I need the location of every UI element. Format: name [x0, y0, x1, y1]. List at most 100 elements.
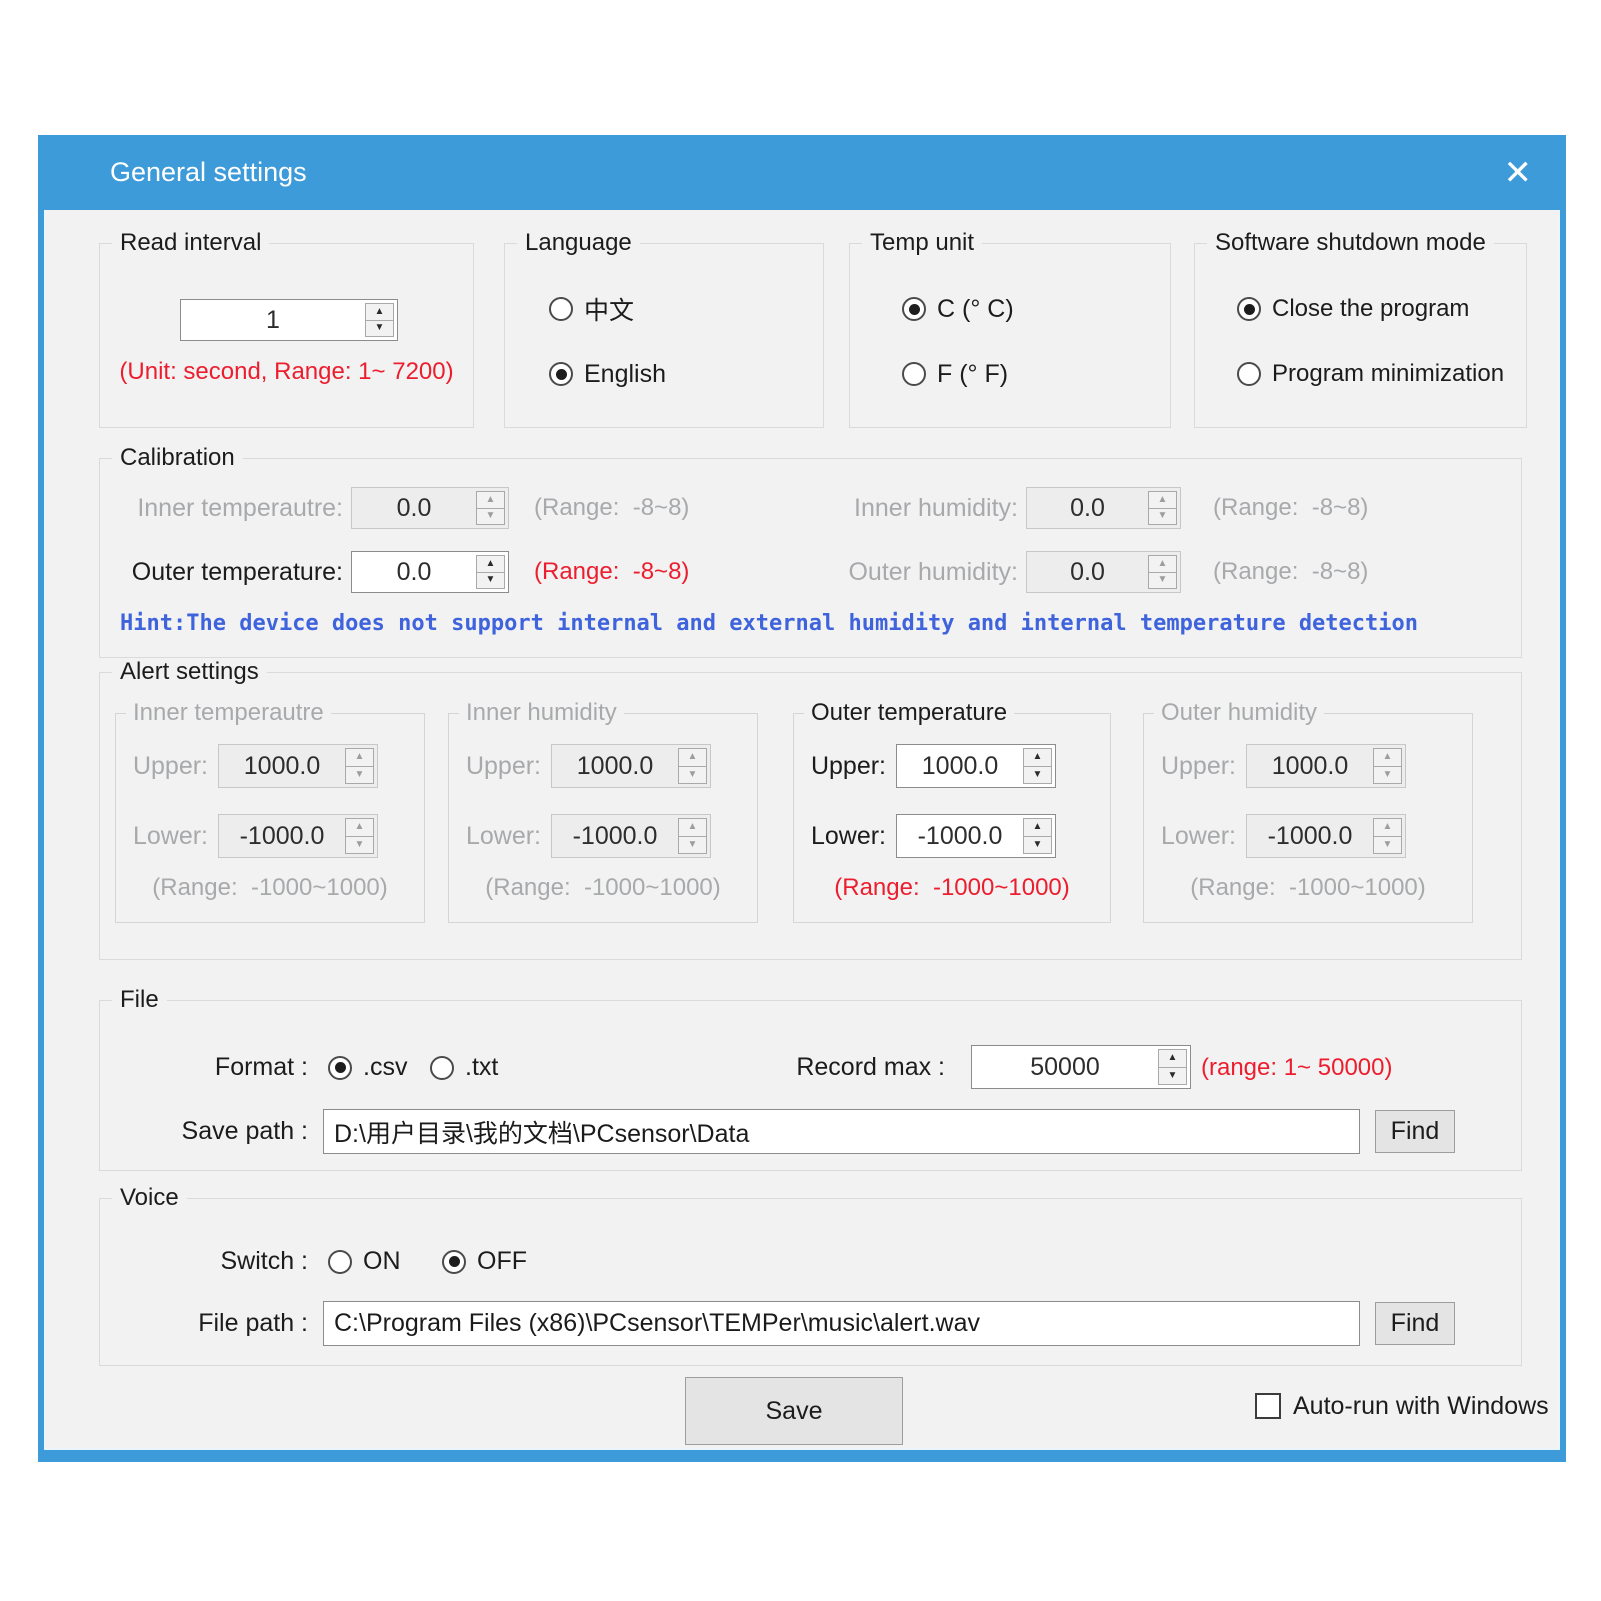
lower-value: -1000.0	[573, 822, 690, 851]
file-path-label: File path :	[175, 1301, 308, 1346]
alert-outer-temperature-group: Outer temperature Upper: 1000.0 ▲ ▼ Lowe…	[793, 713, 1111, 923]
lower-spinner: ▲ ▼	[1373, 818, 1402, 854]
voice-group: Voice Switch : ON OFF File path : Find	[99, 1198, 1522, 1366]
find-button-label: Find	[1391, 1117, 1440, 1146]
radio-icon[interactable]	[549, 362, 573, 386]
lower-value: -1000.0	[1268, 822, 1385, 851]
outer-temperature-input[interactable]: 0.0 ▲ ▼	[351, 551, 509, 593]
radio-option-txt[interactable]: .txt	[430, 1049, 498, 1086]
calibration-hint: Hint:The device does not support interna…	[120, 611, 1418, 636]
radio-option-close-program[interactable]: Close the program	[1237, 291, 1469, 327]
radio-option-off[interactable]: OFF	[442, 1243, 527, 1280]
radio-option-program-minimization[interactable]: Program minimization	[1237, 356, 1504, 392]
spin-up-icon[interactable]: ▲	[1159, 1050, 1186, 1068]
alert-inner-humidity-group: Inner humidity Upper: 1000.0 ▲ ▼ Lower: …	[448, 713, 758, 923]
radio-option-celsius[interactable]: C (° C)	[902, 291, 1014, 327]
read-interval-spinner[interactable]: ▲ ▼	[365, 303, 394, 337]
radio-icon[interactable]	[1237, 297, 1261, 321]
radio-option-fahrenheit[interactable]: F (° F)	[902, 356, 1008, 392]
radio-icon[interactable]	[430, 1056, 454, 1080]
upper-spinner: ▲ ▼	[678, 748, 707, 784]
close-icon[interactable]: ✕	[1504, 156, 1533, 190]
file-path-input[interactable]	[323, 1301, 1360, 1346]
spin-down-icon[interactable]: ▼	[1024, 837, 1051, 854]
alert-outer-hum-lower-input: -1000.0 ▲ ▼	[1246, 814, 1406, 858]
lower-label: Lower:	[116, 814, 208, 858]
save-path-input[interactable]	[323, 1109, 1360, 1154]
autorun-label: Auto-run with Windows	[1293, 1392, 1549, 1421]
save-path-find-button[interactable]: Find	[1375, 1110, 1455, 1153]
group-title-alert-settings: Alert settings	[112, 658, 267, 686]
radio-icon[interactable]	[902, 297, 926, 321]
alert-range: (Range: -1000~1000)	[449, 874, 757, 902]
upper-label: Upper:	[116, 744, 208, 788]
spin-up-icon: ▲	[1374, 819, 1401, 837]
radio-label: OFF	[477, 1247, 527, 1276]
spin-down-icon[interactable]: ▼	[1159, 1068, 1186, 1085]
save-button[interactable]: Save	[685, 1377, 903, 1445]
radio-option-on[interactable]: ON	[328, 1243, 401, 1280]
radio-icon[interactable]	[549, 297, 573, 321]
save-button-label: Save	[766, 1397, 823, 1426]
lower-label: Lower:	[794, 814, 886, 858]
spin-down-icon: ▼	[679, 837, 706, 854]
spin-up-icon: ▲	[679, 819, 706, 837]
alert-outer-temp-upper-input[interactable]: 1000.0 ▲ ▼	[896, 744, 1056, 788]
radio-option-english[interactable]: English	[549, 356, 666, 392]
inner-humidity-spinner: ▲ ▼	[1148, 491, 1177, 525]
dialog-titlebar: General settings ✕	[44, 135, 1560, 210]
radio-icon[interactable]	[902, 362, 926, 386]
autorun-checkbox[interactable]	[1255, 1393, 1281, 1419]
radio-label: .txt	[465, 1053, 498, 1082]
upper-label: Upper:	[449, 744, 541, 788]
spin-down-icon[interactable]: ▼	[477, 573, 504, 589]
spin-up-icon[interactable]: ▲	[366, 304, 393, 321]
group-title-read-interval: Read interval	[112, 229, 269, 257]
lower-value: -1000.0	[918, 822, 1035, 851]
alert-inner-temperature-group: Inner temperautre Upper: 1000.0 ▲ ▼ Lowe…	[115, 713, 425, 923]
inner-humidity-value: 0.0	[1070, 494, 1137, 523]
spin-down-icon: ▼	[1149, 509, 1176, 525]
spin-down-icon[interactable]: ▼	[1024, 767, 1051, 784]
file-path-find-button[interactable]: Find	[1375, 1302, 1455, 1345]
outer-humidity-range: (Range: -8~8)	[1213, 551, 1368, 593]
read-interval-input[interactable]: 1 ▲ ▼	[180, 299, 398, 341]
outer-temperature-range: (Range: -8~8)	[534, 551, 689, 593]
upper-spinner: ▲ ▼	[1373, 748, 1402, 784]
lower-spinner[interactable]: ▲ ▼	[1023, 818, 1052, 854]
radio-icon[interactable]	[442, 1250, 466, 1274]
format-label: Format :	[160, 1046, 308, 1089]
spin-down-icon: ▼	[477, 509, 504, 525]
radio-icon[interactable]	[1237, 362, 1261, 386]
spin-up-icon: ▲	[346, 749, 373, 767]
radio-label: Program minimization	[1272, 360, 1504, 388]
record-max-input[interactable]: 50000 ▲ ▼	[971, 1045, 1191, 1089]
subgroup-title: Inner humidity	[459, 699, 624, 727]
autorun-checkbox-row[interactable]: Auto-run with Windows	[1255, 1388, 1549, 1424]
outer-humidity-spinner: ▲ ▼	[1148, 555, 1177, 589]
outer-temperature-spinner[interactable]: ▲ ▼	[476, 555, 505, 589]
read-interval-range-hint: (Unit: second, Range: 1~ 7200)	[100, 358, 473, 386]
upper-value: 1000.0	[922, 752, 1030, 781]
spin-up-icon[interactable]: ▲	[477, 556, 504, 573]
radio-label: F (° F)	[937, 360, 1008, 389]
lower-spinner: ▲ ▼	[345, 818, 374, 854]
radio-option-chinese[interactable]: 中文	[549, 291, 634, 327]
alert-outer-temp-lower-input[interactable]: -1000.0 ▲ ▼	[896, 814, 1056, 858]
radio-icon[interactable]	[328, 1250, 352, 1274]
lower-label: Lower:	[1144, 814, 1236, 858]
spin-up-icon[interactable]: ▲	[1024, 749, 1051, 767]
group-title-file: File	[112, 986, 167, 1014]
radio-option-csv[interactable]: .csv	[328, 1049, 407, 1086]
dialog-content: Read interval 1 ▲ ▼ (Unit: second, Range…	[44, 210, 1560, 1450]
outer-temperature-value: 0.0	[397, 558, 464, 587]
spin-up-icon[interactable]: ▲	[1024, 819, 1051, 837]
spin-down-icon: ▼	[1374, 767, 1401, 784]
subgroup-title: Inner temperautre	[126, 699, 331, 727]
record-max-spinner[interactable]: ▲ ▼	[1158, 1049, 1187, 1085]
upper-spinner[interactable]: ▲ ▼	[1023, 748, 1052, 784]
spin-down-icon: ▼	[1149, 573, 1176, 589]
inner-temperature-input: 0.0 ▲ ▼	[351, 487, 509, 529]
radio-icon[interactable]	[328, 1056, 352, 1080]
spin-down-icon[interactable]: ▼	[366, 321, 393, 337]
